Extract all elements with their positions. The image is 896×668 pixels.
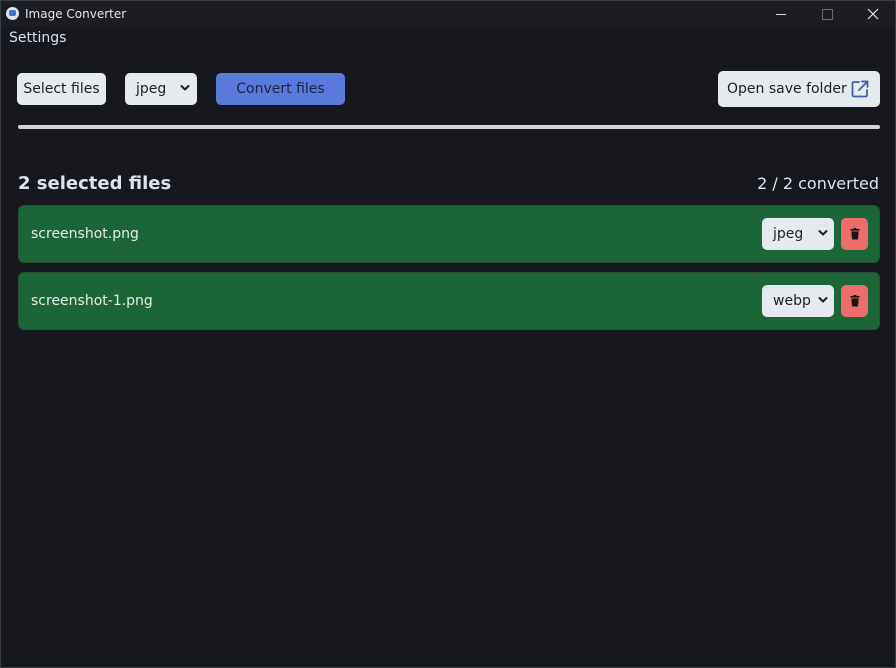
- app-window: Image Converter Settings Select files jp…: [0, 0, 896, 668]
- maximize-button[interactable]: [804, 1, 850, 27]
- file-format-select[interactable]: webp: [762, 285, 834, 317]
- trash-icon: [850, 295, 859, 307]
- file-format-value: webp: [773, 293, 811, 309]
- settings-menu[interactable]: Settings: [9, 30, 66, 46]
- format-select[interactable]: jpeg: [125, 73, 197, 105]
- selected-files-heading: 2 selected files: [18, 173, 172, 194]
- window-title: Image Converter: [25, 7, 127, 21]
- chevron-down-icon: [180, 85, 190, 91]
- close-icon: [867, 8, 879, 20]
- file-row: screenshot.png jpeg: [18, 205, 880, 263]
- select-files-button[interactable]: Select files: [17, 73, 106, 105]
- title-bar: Image Converter: [1, 1, 895, 27]
- format-select-value: jpeg: [136, 81, 167, 97]
- delete-file-button[interactable]: [841, 218, 868, 250]
- file-row: screenshot-1.png webp: [18, 272, 880, 330]
- chevron-down-icon: [818, 297, 828, 303]
- open-save-folder-label: Open save folder: [727, 81, 847, 97]
- delete-file-button[interactable]: [841, 285, 868, 317]
- app-icon: [6, 7, 19, 20]
- open-save-folder-button[interactable]: Open save folder: [718, 71, 880, 107]
- minimize-button[interactable]: [758, 1, 804, 27]
- file-format-value: jpeg: [773, 226, 804, 242]
- progress-fill: [18, 125, 880, 129]
- file-name: screenshot.png: [31, 226, 139, 242]
- minimize-icon: [776, 13, 786, 15]
- trash-icon: [850, 228, 859, 240]
- close-button[interactable]: [850, 1, 896, 27]
- external-link-icon: [851, 80, 869, 98]
- convert-files-button[interactable]: Convert files: [216, 73, 345, 105]
- file-format-select[interactable]: jpeg: [762, 218, 834, 250]
- conversion-progress-bar: [18, 125, 880, 129]
- chevron-down-icon: [818, 230, 828, 236]
- file-name: screenshot-1.png: [31, 293, 153, 309]
- converted-status: 2 / 2 converted: [757, 174, 879, 193]
- maximize-icon: [821, 8, 833, 20]
